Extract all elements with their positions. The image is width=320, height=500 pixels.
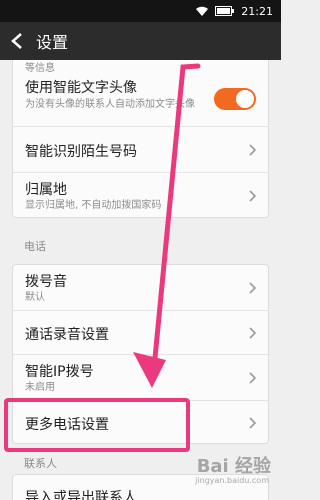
- app-bar: 设置: [0, 22, 281, 60]
- watermark-url: jingyan.baidu.com: [195, 476, 269, 485]
- page-title: 设置: [36, 33, 69, 52]
- back-arrow-icon[interactable]: [10, 32, 28, 50]
- battery-icon: [215, 5, 235, 17]
- status-time: 21:21: [241, 4, 273, 18]
- watermark-logo: Bai 经验: [196, 456, 271, 477]
- settings-list[interactable]: 等信息 使用智能文字头像 为没有头像的联系人自动添加文字头像 智能识别陌生号码 …: [0, 60, 281, 500]
- pointer-arrow-annotation: [133, 63, 201, 388]
- wifi-icon: [195, 5, 209, 17]
- status-bar: 21:21: [0, 0, 281, 22]
